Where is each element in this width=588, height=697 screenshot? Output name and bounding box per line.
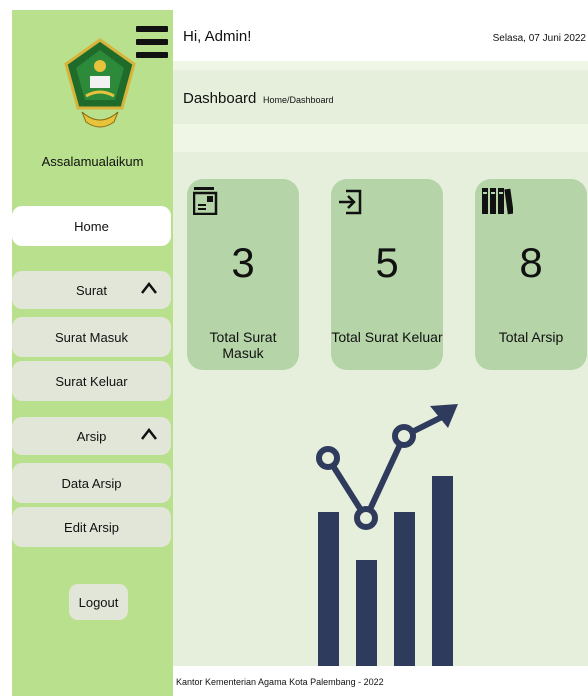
sidebar-item-edit-arsip[interactable]: Edit Arsip (12, 507, 171, 547)
breadcrumb[interactable]: Home/Dashboard (263, 95, 334, 105)
divider (173, 124, 588, 152)
stat-card-surat-masuk[interactable]: 3 Total Surat Masuk (187, 179, 299, 370)
stat-value: 8 (519, 239, 543, 286)
logout-button[interactable]: Logout (69, 584, 128, 620)
stat-label: Total Surat Keluar (331, 329, 443, 345)
sidebar-item-label: Home (74, 218, 109, 234)
stat-label: Total Surat Masuk (209, 329, 277, 361)
stat-card-surat-keluar[interactable]: 5 Total Surat Keluar (331, 179, 443, 370)
user-greeting: Hi, Admin! (183, 28, 252, 45)
sidebar-item-label: Surat Masuk (55, 329, 128, 345)
sidebar-item-surat-keluar[interactable]: Surat Keluar (12, 361, 171, 401)
sidebar-item-arsip[interactable]: Arsip (12, 417, 171, 455)
inbox-document-icon (193, 187, 218, 215)
sidebar-item-home[interactable]: Home (12, 206, 171, 246)
sidebar-item-label: Surat (75, 282, 108, 298)
sidebar-item-label: Edit Arsip (64, 519, 119, 535)
sidebar-item-label: Data Arsip (61, 475, 122, 491)
app-frame: Assalamualaikum Home Surat Surat Masuk S… (12, 10, 588, 696)
current-date: Selasa, 07 Juni 2022 (492, 33, 586, 44)
sidebar-item-data-arsip[interactable]: Data Arsip (12, 463, 171, 503)
page-header: Dashboard Home/Dashboard (173, 70, 588, 124)
sidebar-item-label: Surat Keluar (55, 373, 128, 389)
stat-card-arsip[interactable]: 8 Total Arsip (475, 179, 587, 370)
menu-toggle-icon[interactable] (136, 26, 168, 60)
sidebar-item-label: Arsip (76, 428, 107, 444)
stat-value: 5 (375, 239, 399, 286)
stat-value: 3 (231, 239, 255, 286)
footer-text: Kantor Kementerian Agama Kota Palembang … (176, 677, 384, 687)
page-title: Dashboard (183, 90, 257, 107)
kemenag-logo (64, 38, 136, 128)
chevron-up-icon[interactable] (141, 428, 157, 440)
top-bar: Hi, Admin! Selasa, 07 Juni 2022 (173, 10, 588, 61)
divider (173, 61, 588, 70)
outgoing-arrow-icon (339, 189, 362, 215)
sidebar-welcome: Assalamualaikum (41, 154, 144, 169)
growth-chart-illustration (316, 404, 458, 668)
footer: Kantor Kementerian Agama Kota Palembang … (173, 666, 588, 696)
sidebar-item-surat[interactable]: Surat (12, 271, 171, 309)
archive-binders-icon (482, 188, 513, 215)
sidebar-item-surat-masuk[interactable]: Surat Masuk (12, 317, 171, 357)
sidebar: Assalamualaikum Home Surat Surat Masuk S… (12, 10, 173, 696)
chevron-up-icon[interactable] (141, 282, 157, 294)
stat-label: Total Arsip (498, 329, 564, 345)
